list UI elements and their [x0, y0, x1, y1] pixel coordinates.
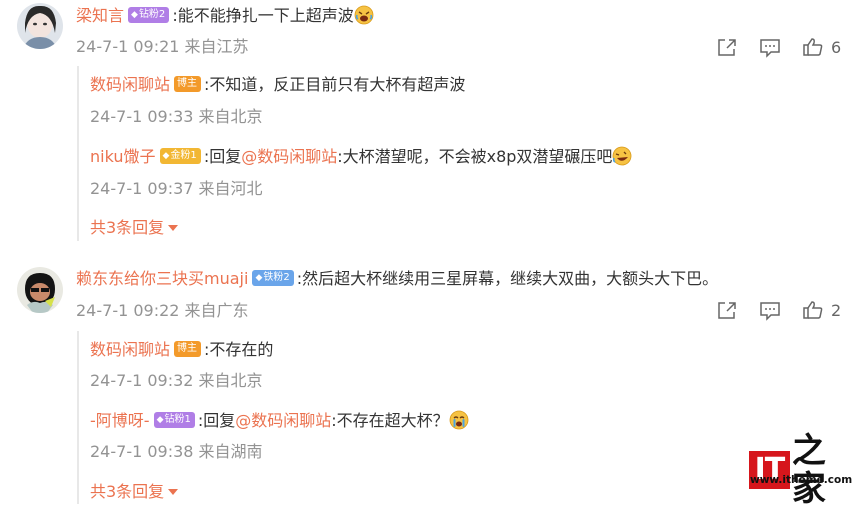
diamond-icon: ◆ [156, 414, 164, 425]
laughing-emoji [612, 146, 632, 166]
avatar[interactable] [17, 3, 63, 49]
blogger-badge: 博主 [174, 340, 202, 357]
reply-username[interactable]: niku馓子 [90, 147, 156, 166]
reply-prefix: :回复 [197, 411, 236, 430]
like-icon [803, 301, 823, 319]
replies-divider [77, 66, 81, 241]
comment-button[interactable] [759, 38, 781, 62]
username[interactable]: 赖东东给你三块买muaji [76, 269, 248, 288]
reply-text: :不存在的 [204, 340, 274, 359]
more-replies-label: 共3条回复 [90, 482, 165, 501]
diamond-icon: ◆ [255, 272, 263, 283]
mention-link[interactable]: @数码闲聊站 [241, 147, 337, 166]
comment-header: 赖东东给你三块买muaji ◆铁粉2:然后超大杯继续用三星屏幕，继续大双曲，大额头… [76, 268, 718, 290]
reply-text: :不存在超大杯？ [331, 411, 449, 430]
logo-characters: 之家 [791, 431, 826, 509]
caret-down-icon [168, 489, 179, 495]
like-button[interactable] [802, 37, 824, 61]
replies-divider [77, 331, 81, 504]
ithome-logo: IT 之家 [749, 432, 858, 508]
share-button[interactable] [716, 300, 738, 324]
fan-badge[interactable]: ◆钻粉2 [128, 6, 170, 23]
more-replies-label: 共3条回复 [90, 218, 165, 237]
comment-icon [760, 302, 780, 321]
reply-username[interactable]: 数码闲聊站 [90, 340, 170, 359]
reply-header: niku馓子 ◆金粉1:回复@数码闲聊站:大杯潜望呢，不会被x8p双潜望碾压吧 [90, 146, 632, 168]
like-icon [803, 38, 823, 56]
badge-label: 铁粉2 [263, 271, 290, 283]
reply-text: :不知道，反正目前只有大杯有超声波 [204, 75, 466, 94]
reply-timestamp: 24-7-1 09:38 来自湖南 [90, 442, 263, 461]
watermark-url: www.ithome.com [750, 474, 853, 486]
reply-username[interactable]: 数码闲聊站 [90, 75, 170, 94]
reply-header: 数码闲聊站 博主:不知道，反正目前只有大杯有超声波 [90, 74, 465, 96]
more-replies-link[interactable]: 共3条回复 [90, 481, 179, 503]
comment-timestamp: 24-7-1 09:22 来自广东 [76, 301, 249, 320]
like-button[interactable] [802, 300, 824, 324]
avatar[interactable] [17, 267, 63, 313]
reply-header: 数码闲聊站 博主:不存在的 [90, 339, 273, 361]
comment-text: :然后超大杯继续用三星屏幕，继续大双曲，大额头大下巴。 [296, 269, 719, 288]
mention-link[interactable]: @数码闲聊站 [235, 411, 331, 430]
like-count: 2 [831, 301, 842, 320]
reply-prefix: :回复 [203, 147, 242, 166]
reply-timestamp: 24-7-1 09:37 来自河北 [90, 179, 263, 198]
diamond-icon: ◆ [162, 150, 170, 161]
comment-header: 梁知言 ◆钻粉2:能不能挣扎一下上超声波 [76, 5, 374, 27]
reply-timestamp: 24-7-1 09:33 来自北京 [90, 107, 263, 126]
fan-badge[interactable]: ◆钻粉1 [153, 411, 195, 428]
reply-timestamp: 24-7-1 09:32 来自北京 [90, 371, 263, 390]
comment-button[interactable] [759, 301, 781, 325]
comment-timestamp: 24-7-1 09:21 来自江苏 [76, 37, 249, 56]
sob-emoji [449, 410, 469, 430]
fan-badge[interactable]: ◆金粉1 [159, 147, 201, 164]
fan-badge[interactable]: ◆铁粉2 [252, 269, 294, 286]
comment-text: :能不能挣扎一下上超声波 [172, 6, 354, 25]
reply-text: :大杯潜望呢，不会被x8p双潜望碾压吧 [337, 147, 613, 166]
more-replies-link[interactable]: 共3条回复 [90, 217, 179, 239]
reply-username[interactable]: -阿博呀- [90, 411, 150, 430]
badge-label: 钻粉1 [164, 413, 191, 425]
badge-label: 金粉1 [170, 149, 197, 161]
like-count: 6 [831, 38, 842, 57]
diamond-icon: ◆ [131, 9, 138, 20]
share-icon [718, 302, 736, 319]
blogger-badge: 博主 [174, 75, 202, 92]
username[interactable]: 梁知言 [76, 6, 124, 25]
share-icon [718, 39, 736, 56]
reply-header: -阿博呀- ◆钻粉1:回复@数码闲聊站:不存在超大杯？ [90, 410, 469, 432]
share-button[interactable] [716, 37, 738, 61]
comment-icon [760, 39, 780, 58]
badge-label: 钻粉2 [138, 8, 166, 20]
caret-down-icon [168, 225, 179, 231]
crying-laughing-emoji [354, 5, 374, 25]
